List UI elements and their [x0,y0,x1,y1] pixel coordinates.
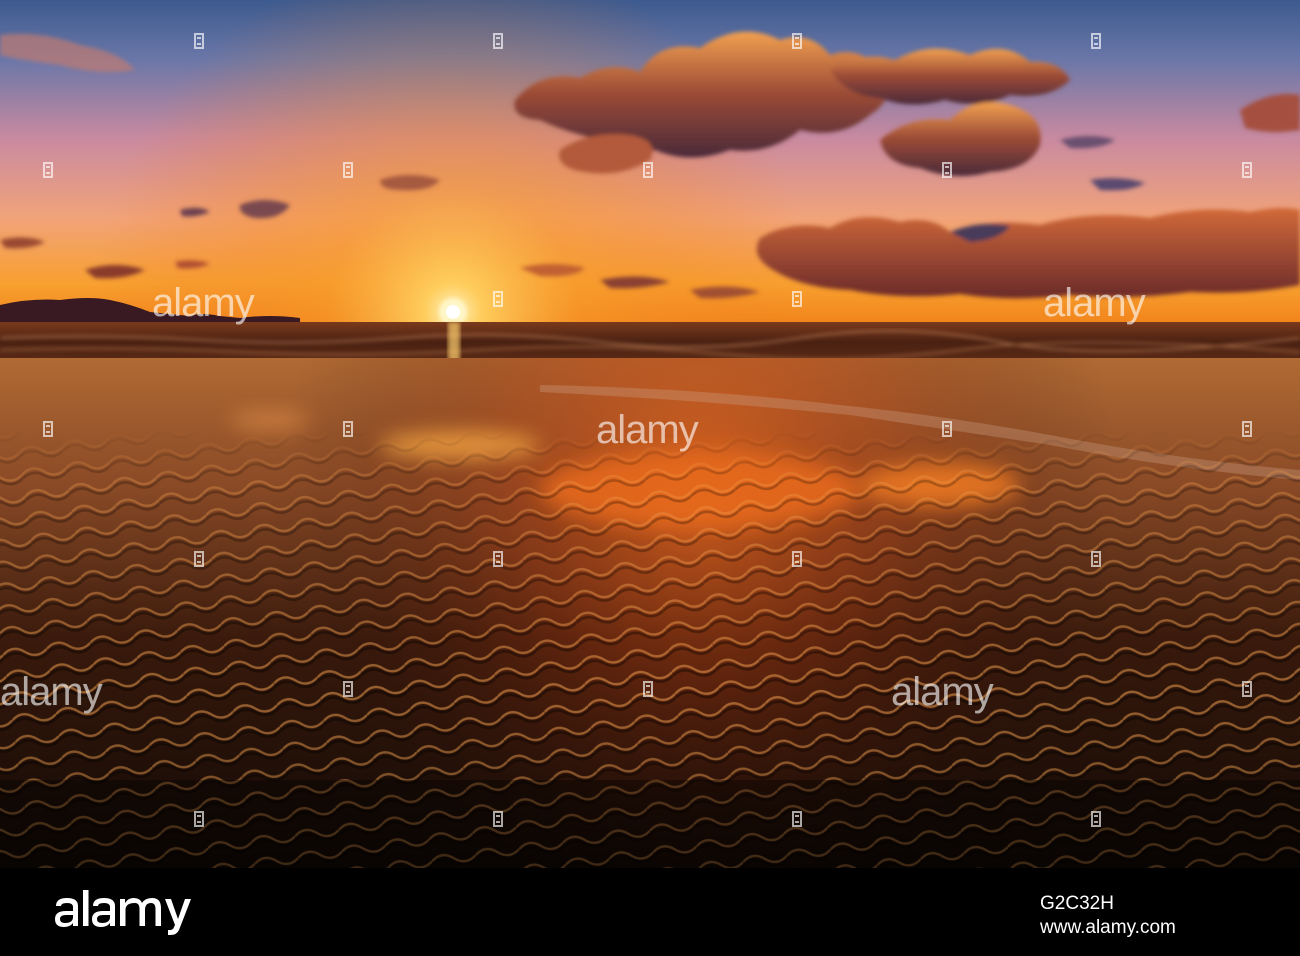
watermark-mark [791,808,803,830]
watermark-mark [342,418,354,440]
stock-photo-frame: alamy alamy alamy alamy alamy G2C32H www… [0,0,1300,956]
watermark-text: alamy [891,670,994,714]
watermark-mark [791,288,803,310]
watermark-mark [1241,418,1253,440]
alamy-logo [52,888,212,936]
watermark-mark [193,548,205,570]
watermark-text: alamy [1043,281,1146,325]
watermark-mark [941,418,953,440]
watermark-mark [492,548,504,570]
watermark-text: alamy [0,670,103,714]
watermark-mark [941,159,953,181]
watermark-text: alamy [596,408,699,452]
watermark-mark [342,159,354,181]
watermark-mark [42,418,54,440]
watermark-mark [791,548,803,570]
watermark-mark [642,678,654,700]
site-url-label: www.alamy.com [1040,917,1176,938]
watermark-mark [492,808,504,830]
watermark-mark [342,678,354,700]
image-id-label: G2C32H [1040,893,1114,914]
watermark-mark [193,30,205,52]
watermark-mark [492,288,504,310]
watermark-text: alamy [152,281,255,325]
watermark-mark [193,808,205,830]
watermark-mark [1241,159,1253,181]
watermark-mark [42,159,54,181]
watermark-mark [791,30,803,52]
watermark-mark [642,159,654,181]
watermark-mark [1090,30,1102,52]
watermark-mark [1090,808,1102,830]
watermark-mark [492,30,504,52]
watermark-mark [1241,678,1253,700]
watermark-mark [1090,548,1102,570]
